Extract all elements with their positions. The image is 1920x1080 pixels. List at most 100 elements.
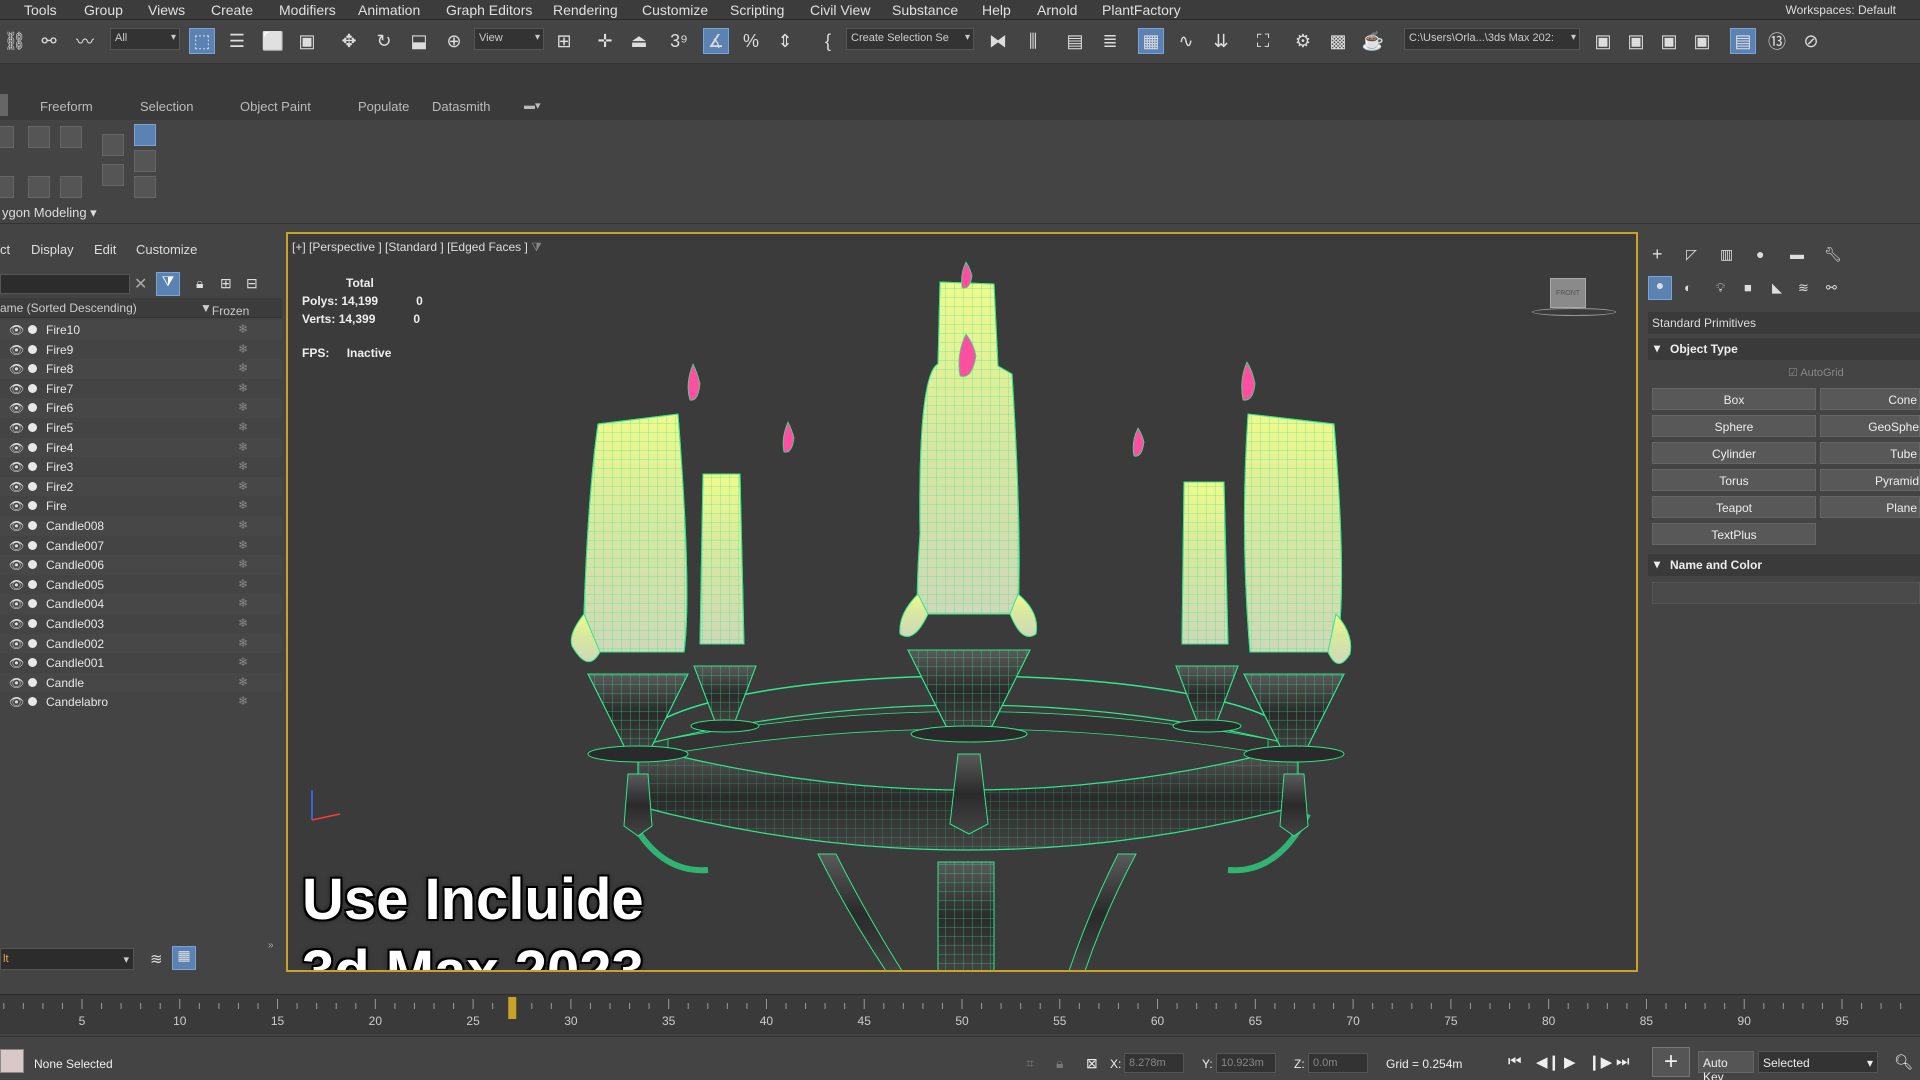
visibility-eye-icon[interactable]: 👁︎ — [9, 676, 24, 690]
object-name-field[interactable] — [1652, 582, 1920, 604]
angle-snap-icon[interactable]: ∡ — [703, 28, 729, 54]
freeze-icon[interactable]: ❄ — [238, 498, 248, 512]
key-mode-dropdown[interactable]: Selected ▾ — [1758, 1051, 1878, 1073]
menu-arnold[interactable]: Arnold — [1037, 2, 1077, 18]
create-tab-icon[interactable]: + — [1652, 244, 1663, 265]
renderable-dot-icon[interactable] — [28, 344, 37, 354]
list-item[interactable]: 👁︎ Candle002 ❄ — [0, 633, 282, 654]
list-item[interactable]: 👁︎ Candle007 ❄ — [0, 536, 282, 556]
y-coordinate-field[interactable]: 10.923m — [1216, 1053, 1276, 1073]
hierarchy-icon[interactable]: ⊞ — [220, 275, 232, 292]
explorer-menu-select[interactable]: ct — [0, 242, 10, 257]
list-item[interactable]: 👁︎ Candle006 ❄ — [0, 555, 282, 575]
renderable-dot-icon[interactable] — [28, 462, 37, 472]
layer-dropdown[interactable]: lt ▾ — [0, 948, 134, 970]
column-frozen-header[interactable]: ▼ Frozen — [200, 301, 249, 318]
modify-tab-icon[interactable]: ◸ — [1686, 246, 1697, 263]
workspaces[interactable]: Workspaces: Default — [1785, 3, 1896, 17]
edit-poly-2-icon[interactable] — [102, 164, 124, 186]
freeze-icon[interactable]: ❄ — [238, 655, 248, 669]
visibility-eye-icon[interactable]: 👁︎ — [9, 382, 24, 396]
menu-create[interactable]: Create — [211, 2, 253, 18]
play-icon[interactable]: ▶ — [1564, 1053, 1576, 1071]
layer-explorer-icon[interactable]: ▤ — [1062, 28, 1088, 54]
geosphere-button[interactable]: GeoSphe — [1820, 415, 1920, 437]
pyramid-button[interactable]: Pyramid — [1820, 469, 1920, 491]
reference-coord-dropdown[interactable]: View — [474, 28, 544, 50]
renderable-dot-icon[interactable] — [28, 697, 37, 707]
ribbon-panel-label[interactable]: ygon Modeling ▾ — [2, 205, 97, 221]
hierarchy-tab-icon[interactable]: ▥ — [1720, 246, 1733, 263]
tab-datasmith[interactable]: Datasmith — [432, 99, 491, 114]
rendered-frame-window-icon[interactable]: ▩ — [1325, 28, 1351, 54]
autogrid-checkbox[interactable]: ☑ AutoGrid — [1788, 366, 1844, 379]
tube-button[interactable]: Tube — [1820, 442, 1920, 464]
freeze-icon[interactable]: ❄ — [238, 518, 248, 532]
systems-icon[interactable]: ⚯ — [1826, 280, 1837, 296]
renderable-dot-icon[interactable] — [28, 501, 37, 511]
cylinder-button[interactable]: Cylinder — [1652, 442, 1816, 464]
freeze-icon[interactable]: ❄ — [238, 616, 248, 630]
menu-civil-view[interactable]: Civil View — [810, 2, 870, 18]
polygon-mode-icon[interactable] — [28, 126, 50, 148]
cone-button[interactable]: Cone — [1820, 388, 1920, 410]
edit-poly-icon[interactable] — [102, 134, 124, 156]
go-to-end-icon[interactable]: ⏭ — [1616, 1053, 1630, 1070]
visibility-eye-icon[interactable]: 👁︎ — [9, 597, 24, 611]
scale-icon[interactable]: ⬓ — [406, 28, 432, 54]
torus-button[interactable]: Torus — [1652, 469, 1816, 491]
clear-search-icon[interactable]: ✕ — [134, 274, 147, 294]
name-and-color-rollout[interactable]: Name and Color — [1648, 554, 1920, 576]
category-dropdown[interactable]: Standard Primitives — [1648, 312, 1920, 334]
list-item[interactable]: 👁︎ Fire3 ❄ — [0, 457, 282, 477]
renderable-dot-icon[interactable] — [28, 560, 37, 570]
toggle-command-panel-icon[interactable] — [134, 124, 156, 146]
next-frame-icon[interactable]: ❙▶ — [1588, 1053, 1612, 1071]
explorer-search-input[interactable] — [0, 274, 130, 294]
help-search-icon[interactable]: ⊘ — [1798, 28, 1824, 54]
box-button[interactable]: Box — [1652, 388, 1816, 410]
visibility-eye-icon[interactable]: 👁︎ — [9, 519, 24, 533]
perspective-viewport[interactable]: [+] [Perspective ] [Standard ] [Edged Fa… — [286, 232, 1638, 972]
visibility-eye-icon[interactable]: 👁︎ — [9, 578, 24, 592]
selection-region-icon[interactable]: ⬜ — [260, 28, 286, 54]
subdivision-icon[interactable] — [60, 176, 82, 198]
menu-customize[interactable]: Customize — [642, 2, 708, 18]
percent-snap-icon[interactable]: % — [738, 28, 764, 54]
toggle-ribbon-icon[interactable]: ≣ — [1097, 28, 1123, 54]
project-path-dropdown[interactable]: C:\Users\Orla...\3ds Max 202: — [1404, 28, 1580, 50]
list-item[interactable]: 👁︎ Candle005 ❄ — [0, 575, 282, 595]
freeze-icon[interactable]: ❄ — [238, 675, 248, 689]
display-tab-icon[interactable]: ▬ — [1790, 246, 1804, 262]
menu-modifiers[interactable]: Modifiers — [279, 2, 336, 18]
modify-selection-icon[interactable] — [0, 176, 14, 198]
freeze-icon[interactable]: ❄ — [238, 342, 248, 356]
list-item[interactable]: 👁︎ Fire8 ❄ — [0, 359, 282, 379]
list-item[interactable]: 👁︎ Candle001 ❄ — [0, 653, 282, 673]
list-item[interactable]: 👁︎ Fire4 ❄ — [0, 437, 282, 458]
list-item[interactable]: 👁︎ Fire ❄ — [0, 496, 282, 516]
named-selection-dropdown[interactable]: Create Selection Se — [846, 28, 974, 50]
tab-populate[interactable]: Populate — [358, 99, 409, 114]
project-new-icon[interactable]: ▣ — [1656, 28, 1682, 54]
place-icon[interactable]: ⊕ — [441, 28, 467, 54]
menu-scripting[interactable]: Scripting — [730, 2, 784, 18]
freeze-icon[interactable]: ❄ — [238, 596, 248, 610]
freeze-icon[interactable]: ❄ — [238, 694, 248, 708]
menu-graph-editors[interactable]: Graph Editors — [446, 2, 532, 18]
freeze-icon[interactable]: ❄ — [238, 400, 248, 414]
unlink-icon[interactable]: ⚯ — [36, 28, 62, 54]
lights-icon[interactable]: 💡︎ — [1716, 280, 1725, 296]
pin-stack-icon[interactable] — [134, 176, 156, 198]
selection-lock-icon[interactable]: 🔒︎ — [1056, 1055, 1063, 1072]
list-item[interactable]: 👁︎ Fire10 ❄ — [0, 320, 282, 340]
freeze-icon[interactable]: ❄ — [238, 440, 248, 454]
rotate-icon[interactable]: ↻ — [371, 28, 397, 54]
visibility-eye-icon[interactable]: 👁︎ — [9, 460, 24, 474]
list-item[interactable]: 👁︎ Candle004 ❄ — [0, 594, 282, 614]
previous-frame-icon[interactable]: ◀❙ — [1536, 1053, 1560, 1071]
tab-selection[interactable]: Selection — [140, 99, 193, 114]
edit-named-selections-icon[interactable]: { — [815, 28, 841, 54]
z-coordinate-field[interactable]: 0.0m — [1308, 1053, 1368, 1073]
visibility-eye-icon[interactable]: 👁︎ — [9, 441, 24, 455]
